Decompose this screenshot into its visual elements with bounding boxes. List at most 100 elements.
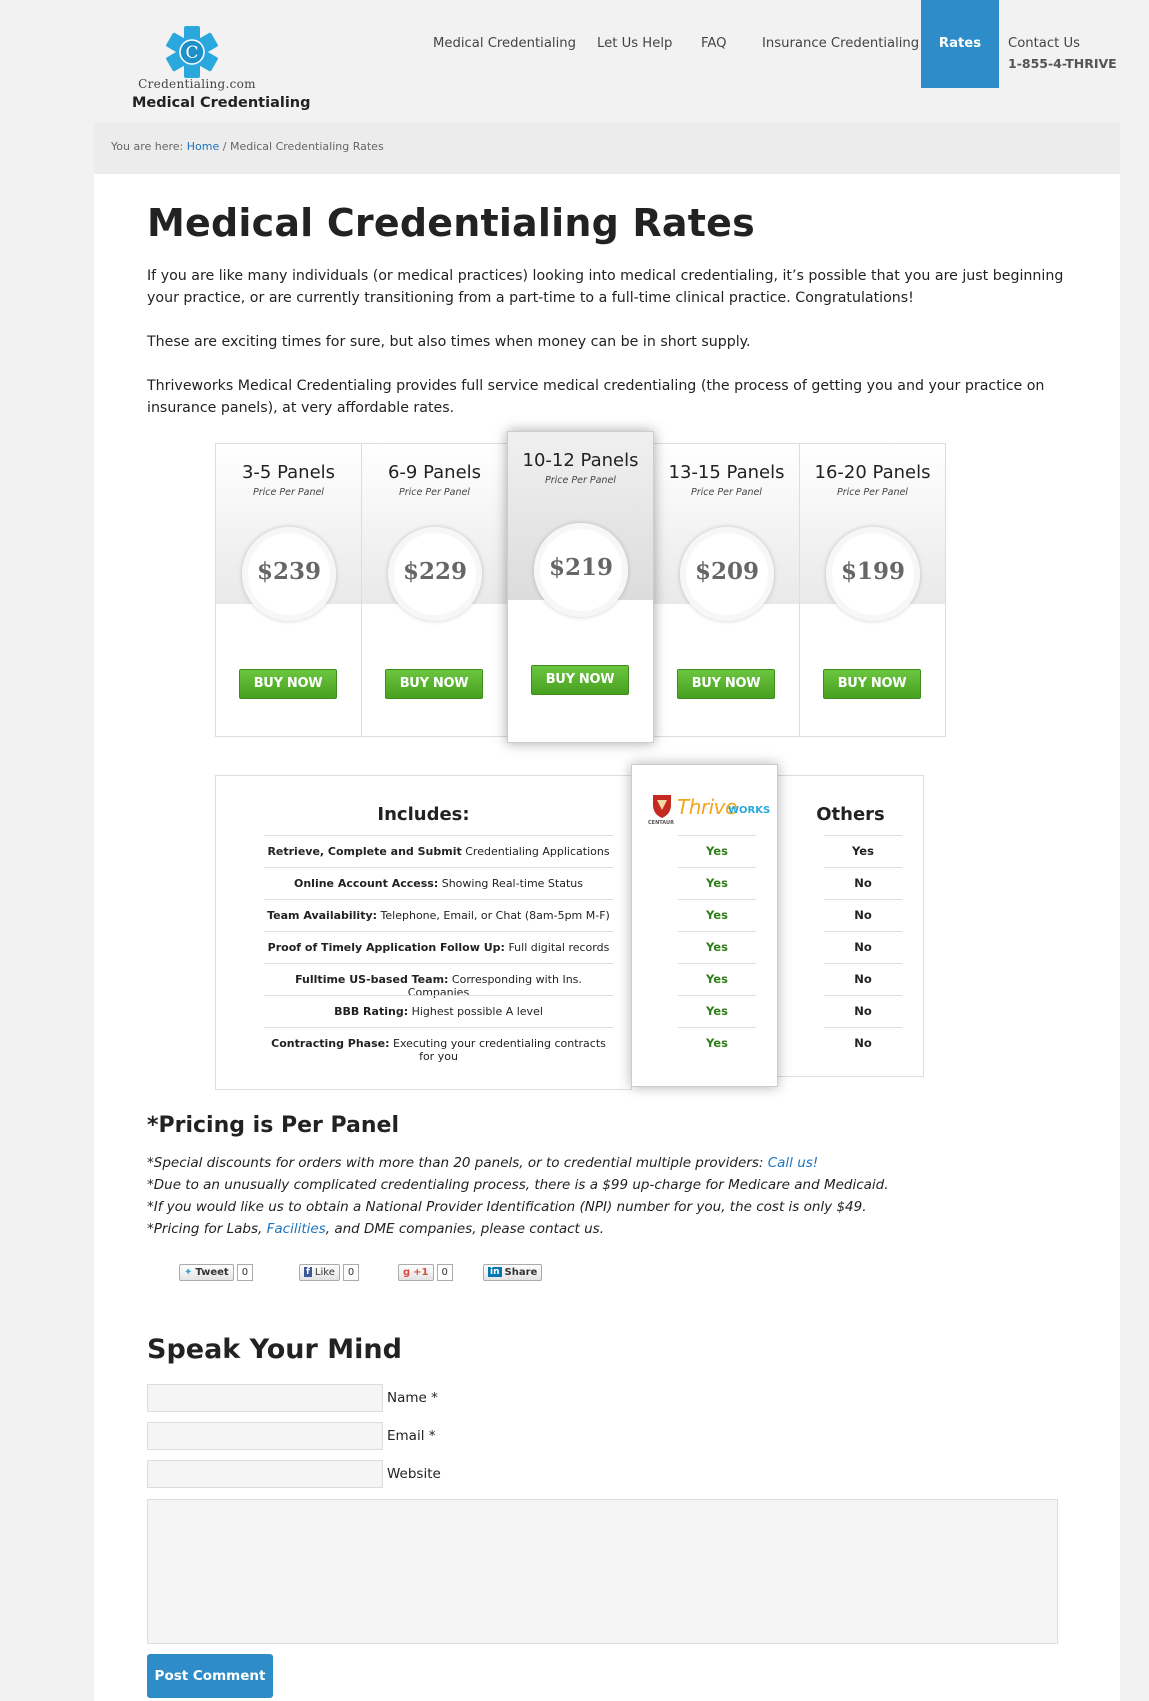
price-badge: $229 xyxy=(388,527,482,621)
buy-now-button[interactable]: BUY NOW xyxy=(531,665,629,695)
feature-detail: Highest possible A level xyxy=(408,1005,543,1018)
plan-name: 10-12 Panels xyxy=(522,450,639,471)
medicare-note: *Due to an unusually complicated credent… xyxy=(147,1177,889,1193)
feature-name: Fulltime US-based Team: xyxy=(295,973,449,986)
plus-count: 0 xyxy=(436,1263,453,1281)
like-widget: f Like 0 xyxy=(299,1263,360,1281)
pricing-column-featured: 10-12 Panels Price Per Panel $219 BUY NO… xyxy=(507,431,654,743)
tweet-button[interactable]: ✦ Tweet xyxy=(179,1263,234,1281)
page-title: Medical Credentialing Rates xyxy=(147,201,755,245)
linkedin-icon: in xyxy=(488,1267,502,1277)
intro-paragraph: If you are like many individuals (or med… xyxy=(147,268,1064,306)
others-value: No xyxy=(824,995,902,1018)
others-value: No xyxy=(824,899,902,922)
thriveworks-logo: CENTAUR Thrive WORKS xyxy=(648,793,770,826)
nav-medical-credentialing[interactable]: Medical Credentialing xyxy=(433,0,576,88)
feature-detail: Full digital records xyxy=(504,941,610,954)
facilities-link[interactable]: Facilities xyxy=(267,1221,326,1237)
discount-note-text: *Special discounts for orders with more … xyxy=(147,1155,768,1171)
price-per-panel-label: Price Per Panel xyxy=(399,487,470,498)
buy-now-button[interactable]: BUY NOW xyxy=(385,669,483,699)
feature-name: Online Account Access: xyxy=(294,877,439,890)
call-us-link[interactable]: Call us! xyxy=(768,1155,819,1171)
feature-row: Proof of Timely Application Follow Up: F… xyxy=(264,931,613,954)
plan-name: 16-20 Panels xyxy=(814,462,931,483)
price-badge: $199 xyxy=(826,527,920,621)
thriveworks-value: Yes xyxy=(678,899,756,922)
feature-detail: Telephone, Email, or Chat (8am-5pm M-F) xyxy=(377,909,610,922)
post-comment-button[interactable]: Post Comment xyxy=(147,1654,273,1698)
thriveworks-value: Yes xyxy=(678,963,756,986)
npi-note: *If you would like us to obtain a Nation… xyxy=(147,1199,867,1215)
labs-note-text-end: , and DME companies, please contact us. xyxy=(325,1221,604,1237)
centaur-shield-icon xyxy=(653,795,671,818)
website-field[interactable] xyxy=(147,1460,383,1488)
labs-note: *Pricing for Labs, Facilities, and DME c… xyxy=(147,1221,604,1237)
others-value: No xyxy=(824,867,902,890)
plan-price: $229 xyxy=(402,558,467,585)
thriveworks-value: Yes xyxy=(678,931,756,954)
nav-contact-label: Contact Us xyxy=(1008,36,1081,51)
feature-row: Retrieve, Complete and Submit Credential… xyxy=(264,835,613,858)
thriveworks-paragraph: Thriveworks Medical Credentialing provid… xyxy=(147,378,1045,416)
twitter-bird-icon: ✦ xyxy=(184,1266,193,1278)
others-value: Yes xyxy=(824,835,902,858)
plan-price: $199 xyxy=(840,558,905,585)
nav-faq[interactable]: FAQ xyxy=(701,0,727,88)
facebook-like-button[interactable]: f Like xyxy=(299,1263,340,1281)
feature-name: BBB Rating: xyxy=(334,1005,409,1018)
feature-row: Contracting Phase: Executing your creden… xyxy=(264,1027,613,1063)
feature-row: Team Availability: Telephone, Email, or … xyxy=(264,899,613,922)
nav-let-us-help[interactable]: Let Us Help xyxy=(597,0,672,88)
logo-wordmark: Credentialing.com xyxy=(138,77,256,91)
name-field[interactable] xyxy=(147,1384,383,1412)
plan-name: 6-9 Panels xyxy=(387,462,482,483)
price-badge: $239 xyxy=(242,527,336,621)
price-badge: $209 xyxy=(680,527,774,621)
site-title[interactable]: Medical Credentialing xyxy=(132,95,311,111)
like-count: 0 xyxy=(342,1263,360,1281)
feature-detail: Credentialing Applications xyxy=(461,845,610,858)
centaur-label: CENTAUR xyxy=(648,820,674,826)
email-field[interactable] xyxy=(147,1422,383,1450)
pricing-column: 16-20 Panels Price Per Panel $199 BUY NO… xyxy=(799,443,946,737)
plan-price: $239 xyxy=(256,558,321,585)
others-value: No xyxy=(824,963,902,986)
thriveworks-column: CENTAUR Thrive WORKS Yes Yes Yes Yes Yes… xyxy=(631,764,778,1087)
linkedin-share-button[interactable]: in Share xyxy=(483,1263,543,1281)
email-label: Email * xyxy=(387,1428,436,1444)
google-plus-button[interactable]: g +1 xyxy=(398,1263,434,1281)
breadcrumb-home-link[interactable]: Home xyxy=(187,140,219,153)
feature-detail: Showing Real-time Status xyxy=(438,877,583,890)
tweet-label: Tweet xyxy=(195,1266,229,1278)
nav-insurance-credentialing[interactable]: Insurance Credentialing xyxy=(762,0,919,88)
buy-now-button[interactable]: BUY NOW xyxy=(823,669,921,699)
plan-name: 3-5 Panels xyxy=(241,462,336,483)
buy-now-button[interactable]: BUY NOW xyxy=(239,669,337,699)
includes-column: Includes: Retrieve, Complete and Submit … xyxy=(215,775,632,1090)
exciting-times-paragraph: These are exciting times for sure, but a… xyxy=(147,334,751,350)
feature-name: Proof of Timely Application Follow Up: xyxy=(267,941,505,954)
svg-text:C: C xyxy=(185,43,198,63)
plan-price: $219 xyxy=(548,554,613,581)
breadcrumb-separator: / xyxy=(222,140,227,153)
price-per-panel-label: Price Per Panel xyxy=(837,487,908,498)
nav-contact-us[interactable]: Contact Us 1-855-4-THRIVE xyxy=(1008,0,1117,88)
share-label: Share xyxy=(504,1266,538,1278)
buy-now-button[interactable]: BUY NOW xyxy=(677,669,775,699)
breadcrumb: You are here: Home / Medical Credentiali… xyxy=(94,122,1120,174)
tweet-count: 0 xyxy=(236,1263,254,1281)
thriveworks-value: Yes xyxy=(678,867,756,890)
price-badge: $219 xyxy=(534,523,628,617)
thriveworks-value: Yes xyxy=(678,995,756,1018)
pricing-column: 6-9 Panels Price Per Panel $229 BUY NOW xyxy=(361,443,508,737)
breadcrumb-current: Medical Credentialing Rates xyxy=(229,140,384,153)
price-per-panel-label: Price Per Panel xyxy=(545,475,616,486)
others-value: No xyxy=(824,1027,902,1050)
includes-heading: Includes: xyxy=(377,804,470,825)
name-label: Name * xyxy=(387,1390,438,1406)
comment-textarea[interactable] xyxy=(147,1499,1058,1644)
plusone-widget: g +1 0 xyxy=(398,1263,453,1281)
nav-rates[interactable]: Rates xyxy=(921,0,999,88)
facebook-icon: f xyxy=(304,1267,312,1277)
